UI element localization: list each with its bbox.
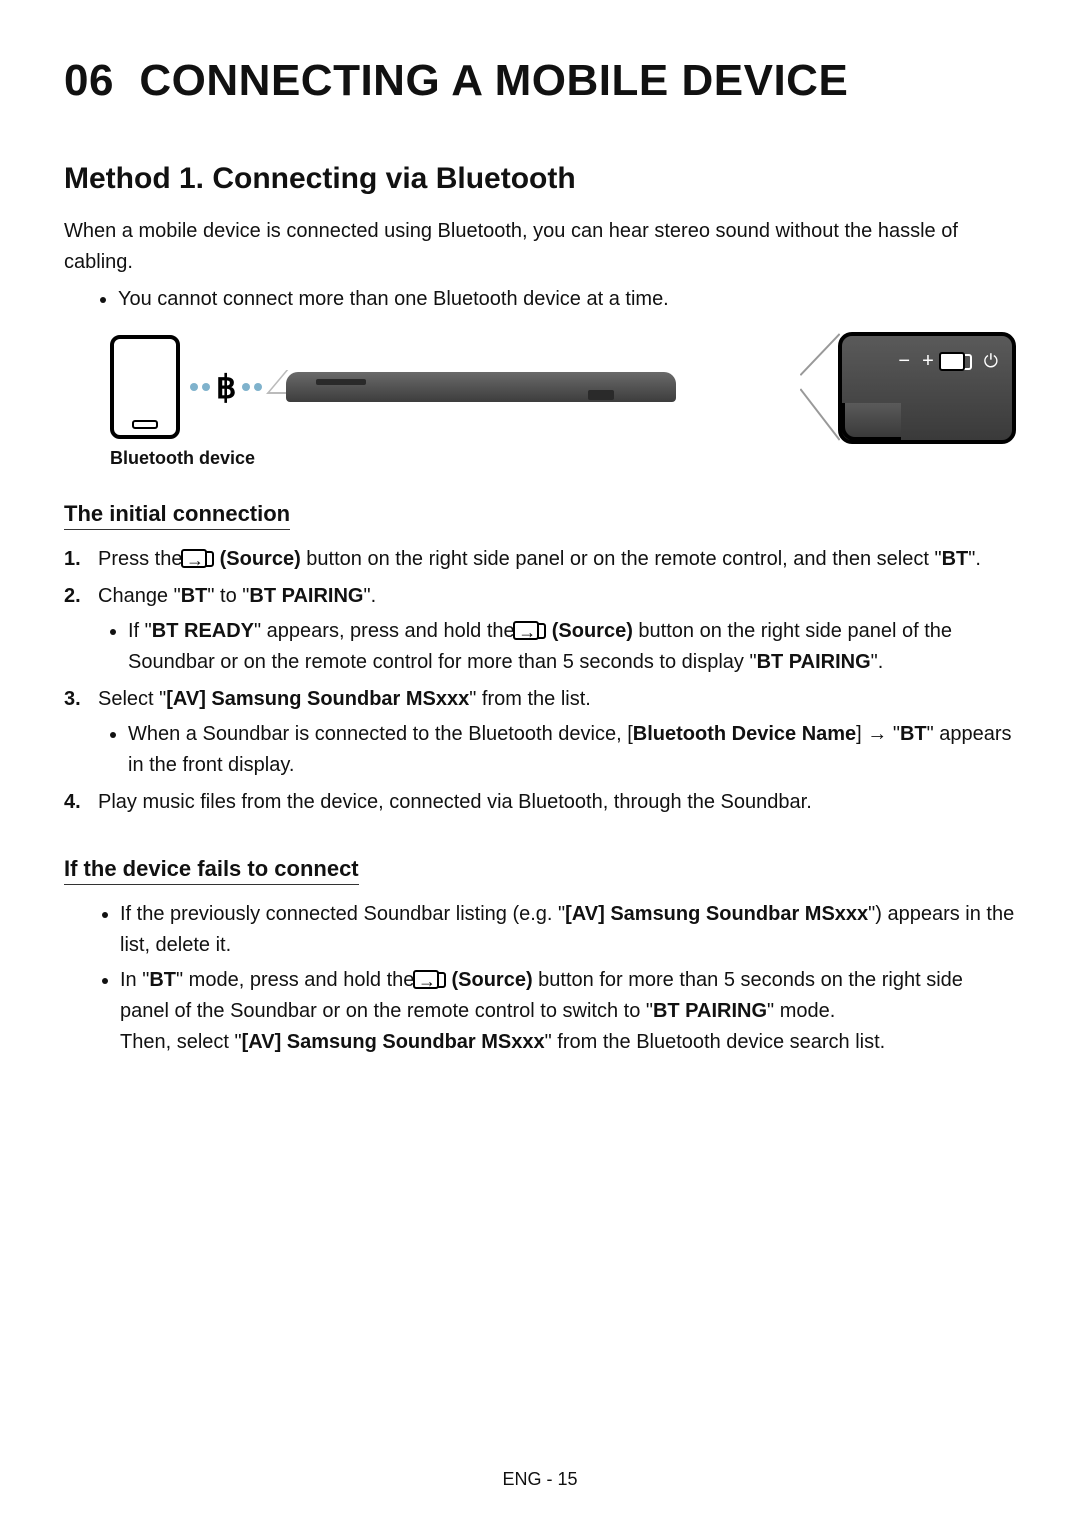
- method-intro: When a mobile device is connected using …: [64, 216, 1016, 278]
- initial-heading: The initial connection: [64, 501, 290, 530]
- initial-steps: Press the (Source) button on the right s…: [64, 544, 1016, 818]
- zoom-callout-lines: [800, 332, 840, 442]
- step-3: Select "[AV] Samsung Soundbar MSxxx" fro…: [64, 684, 1016, 781]
- section-title: 06 CONNECTING A MOBILE DEVICE: [64, 56, 1016, 106]
- source-icon: [946, 354, 972, 370]
- connection-diagram: ฿ − + ⏻: [64, 332, 1016, 442]
- method-note: You cannot connect more than one Bluetoo…: [118, 284, 1016, 314]
- step-2: Change "BT" to "BT PAIRING". If "BT READ…: [64, 581, 1016, 678]
- method-notes: You cannot connect more than one Bluetoo…: [64, 284, 1016, 314]
- minus-icon: −: [898, 350, 910, 373]
- bluetooth-signal: ฿: [190, 368, 262, 406]
- step-3-sub: When a Soundbar is connected to the Blue…: [98, 719, 1016, 781]
- soundbar-icon: [286, 372, 676, 402]
- section-number: 06: [64, 56, 114, 105]
- method-title: Method 1. Connecting via Bluetooth: [64, 162, 1016, 196]
- step-2-sub-item: If "BT READY" appears, press and hold th…: [128, 616, 1016, 678]
- zoom-foot: [841, 403, 901, 441]
- fails-bullet-2: In "BT" mode, press and hold the (Source…: [120, 965, 1016, 1058]
- soundbar-group: [272, 372, 676, 402]
- fails-bullet-1: If the previously connected Soundbar lis…: [120, 899, 1016, 961]
- source-icon: [420, 972, 446, 988]
- fails-heading: If the device fails to connect: [64, 856, 359, 885]
- power-icon: ⏻: [984, 351, 998, 372]
- plus-icon: +: [922, 350, 934, 373]
- device-label: Bluetooth device: [64, 448, 1016, 469]
- soundbar-zoom: − + ⏻: [838, 332, 1016, 444]
- fails-bullets: If the previously connected Soundbar lis…: [64, 899, 1016, 1058]
- step-2-sub: If "BT READY" appears, press and hold th…: [98, 616, 1016, 678]
- phone-icon: [110, 335, 180, 439]
- page-number: ENG - 15: [0, 1469, 1080, 1490]
- step-4: Play music files from the device, connec…: [64, 787, 1016, 818]
- source-icon: [520, 623, 546, 639]
- step-1: Press the (Source) button on the right s…: [64, 544, 1016, 575]
- manual-page: 06 CONNECTING A MOBILE DEVICE Method 1. …: [0, 0, 1080, 1532]
- step-3-sub-item: When a Soundbar is connected to the Blue…: [128, 719, 1016, 781]
- section-title-text: CONNECTING A MOBILE DEVICE: [139, 56, 848, 105]
- source-icon: [188, 551, 214, 567]
- bluetooth-icon: ฿: [216, 368, 236, 406]
